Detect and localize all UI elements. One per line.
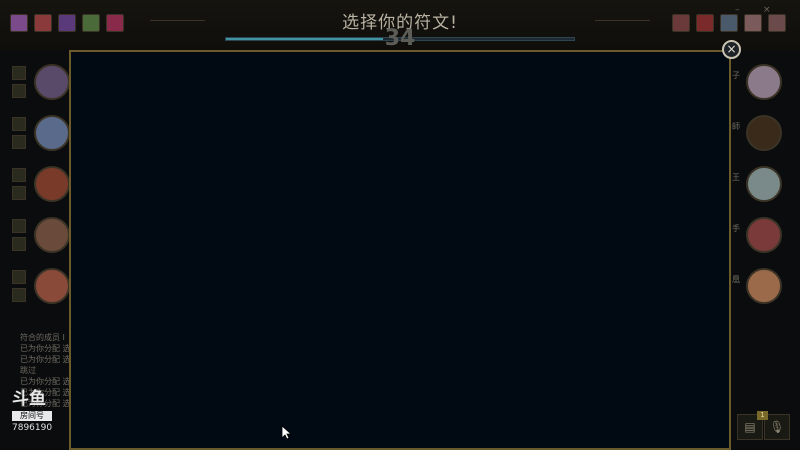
microphone-icon: 🎙: [769, 420, 785, 434]
summoner-spell-icon: [12, 135, 26, 149]
player-name: 子: [732, 71, 740, 80]
chat-line: 符合的成员 I: [20, 333, 65, 342]
close-icon: ×: [726, 42, 737, 56]
douyu-logo: 斗鱼: [12, 389, 46, 409]
red-team-player-slot[interactable]: 師: [732, 109, 800, 160]
notification-badge: 1: [757, 411, 768, 420]
champion-portrait: [34, 217, 70, 253]
champion-portrait: [34, 166, 70, 202]
rune-selection-modal: [69, 50, 731, 450]
summoner-spell-icon: [12, 117, 26, 131]
champion-portrait: [746, 217, 782, 253]
room-label: 房间号: [12, 411, 52, 421]
blue-team-list: [0, 58, 70, 313]
red-team-player-slot[interactable]: 子: [732, 58, 800, 109]
player-name: 手: [732, 224, 740, 233]
red-team-list: 子師王手凰: [732, 58, 800, 313]
champion-portrait: [746, 115, 782, 151]
mouse-cursor-icon: [282, 426, 292, 440]
summoner-spell-icon: [12, 237, 26, 251]
chat-line: 已为你分配 选: [20, 377, 70, 386]
window-close-button[interactable]: ×: [763, 5, 771, 15]
summoner-spell-icon: [12, 186, 26, 200]
champion-portrait: [34, 115, 70, 151]
summoner-spell-icon: [12, 168, 26, 182]
red-team-player-slot[interactable]: 凰: [732, 262, 800, 313]
countdown-timer: 34: [384, 26, 416, 51]
player-name: 王: [732, 173, 740, 182]
champion-portrait: [34, 64, 70, 100]
blue-team-player-slot[interactable]: [0, 160, 70, 211]
player-name: 凰: [732, 275, 740, 284]
blue-team-player-slot[interactable]: [0, 58, 70, 109]
top-bar: 选择你的符文! 34 – ×: [0, 0, 800, 51]
chat-line: 跳过: [20, 366, 36, 375]
summoner-spell-icon: [12, 219, 26, 233]
chat-line: 已为你分配 选: [20, 355, 70, 364]
summoner-spell-icon: [12, 270, 26, 284]
blue-team-player-slot[interactable]: [0, 262, 70, 313]
champion-portrait: [746, 166, 782, 202]
timer-bar-fill: [226, 38, 383, 40]
minimize-button[interactable]: –: [735, 5, 740, 15]
room-number: 7896190: [12, 423, 53, 433]
summoner-spell-icon: [12, 288, 26, 302]
stream-watermark: 斗鱼 房间号 7896190: [12, 390, 58, 433]
summoner-spell-icon: [12, 84, 26, 98]
blue-team-player-slot[interactable]: [0, 211, 70, 262]
champion-portrait: [746, 64, 782, 100]
red-team-player-slot[interactable]: 王: [732, 160, 800, 211]
champion-portrait: [746, 268, 782, 304]
red-team-player-slot[interactable]: 手: [732, 211, 800, 262]
champion-portrait: [34, 268, 70, 304]
modal-close-button[interactable]: ×: [722, 40, 741, 59]
summoner-spell-icon: [12, 66, 26, 80]
blue-team-player-slot[interactable]: [0, 109, 70, 160]
chat-icon: ▤: [744, 420, 756, 434]
player-name: 師: [732, 122, 740, 131]
chat-line: 已为你分配 选: [20, 344, 70, 353]
